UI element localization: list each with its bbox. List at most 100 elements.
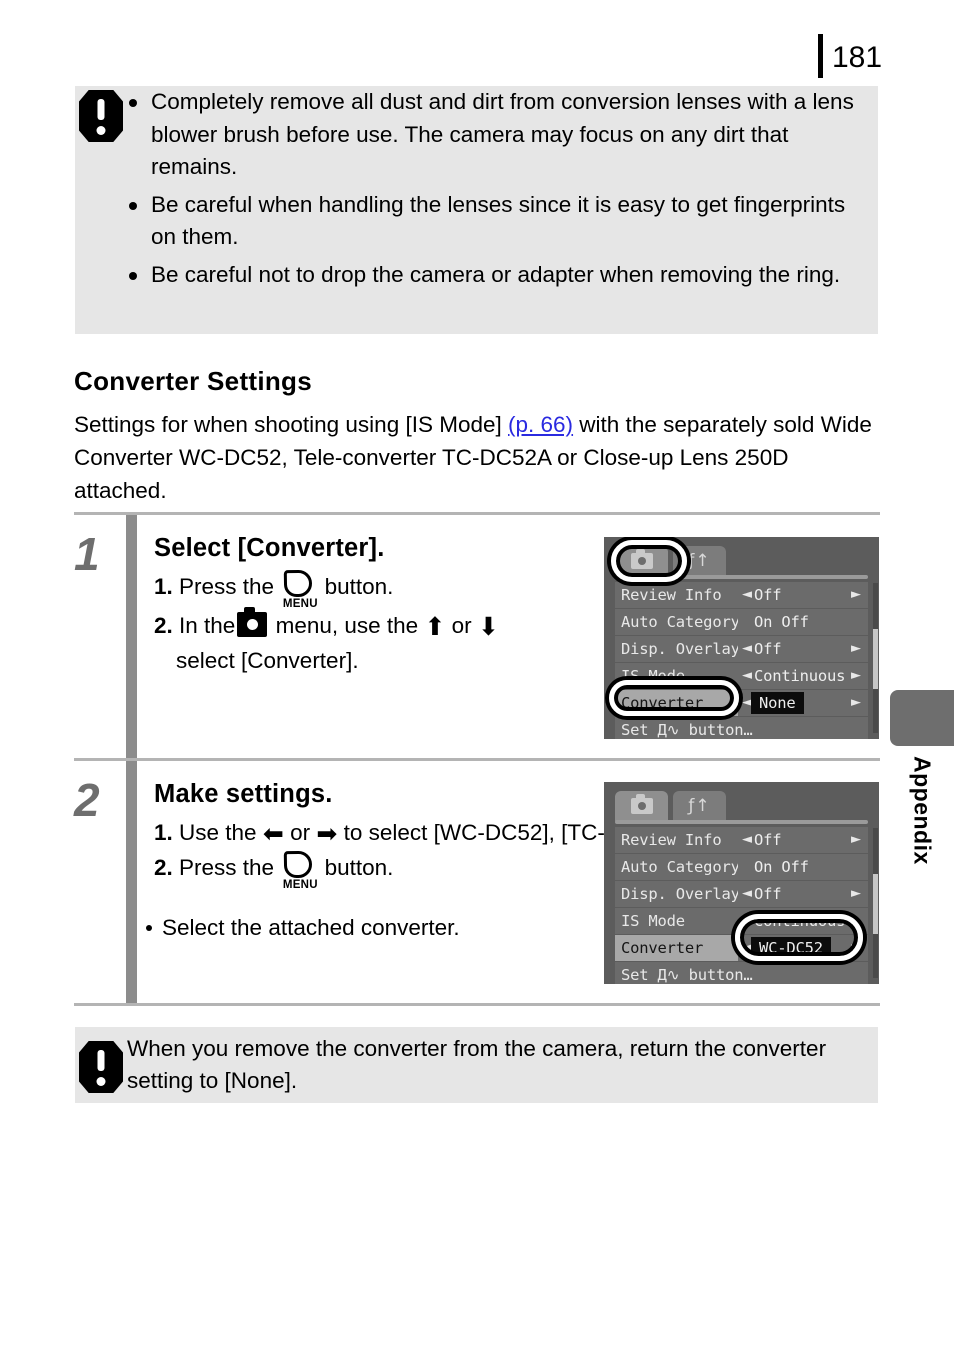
step-1-number-column: 1: [74, 515, 126, 758]
lcd1-menu-rows: Review Info ◄ Off ► Auto Category On Off…: [615, 582, 868, 739]
row-value: Off: [754, 639, 782, 658]
camera-menu-tab-icon: [237, 607, 268, 637]
substep-text: Press the: [179, 574, 275, 599]
row-label: Disp. Overlay: [621, 884, 740, 903]
row-label: Review Info: [621, 585, 722, 604]
row-label: IS Mode: [621, 911, 685, 930]
lcd1-row-set-button[interactable]: Set Д∿ button…: [615, 717, 868, 739]
lcd2-row-disp-overlay[interactable]: Disp. Overlay ◄ Off ►: [615, 881, 868, 907]
warning-text: When you remove the converter from the c…: [127, 1035, 827, 1094]
camera-icon: [630, 794, 653, 814]
caret-left-icon[interactable]: ◄: [742, 914, 752, 927]
step-number: 2: [74, 774, 100, 826]
lcd2-row-auto-category[interactable]: Auto Category On Off: [615, 854, 868, 880]
substep-text: In the: [179, 613, 236, 638]
list-item: Completely remove all dust and dirt from…: [127, 86, 862, 184]
lcd1-row-review-info[interactable]: Review Info ◄ Off ►: [615, 582, 868, 608]
substep-text: or: [290, 820, 311, 845]
lcd1-row-is-mode[interactable]: IS Mode ◄ Continuous ►: [615, 663, 868, 689]
row-label: Set Д∿ button…: [621, 720, 753, 739]
arrow-down-icon: ⬇: [477, 613, 499, 641]
lcd1-divider: [615, 575, 868, 579]
caret-right-icon[interactable]: ►: [851, 914, 861, 927]
lcd2-camera-tab[interactable]: [615, 791, 668, 821]
caret-left-icon[interactable]: ◄: [742, 588, 752, 601]
row-label: Converter: [621, 938, 704, 957]
row-label: Auto Category: [621, 857, 740, 876]
row-label: Set Д∿ button…: [621, 965, 753, 984]
caret-right-icon[interactable]: ►: [851, 669, 861, 682]
substep-number: 1.: [154, 820, 173, 845]
arrow-right-icon: ➡: [316, 820, 338, 848]
row-label: Converter: [621, 693, 704, 712]
page-number-rule: [818, 34, 823, 78]
step-2-number-column: 2: [74, 761, 126, 1003]
lcd2-row-set-button[interactable]: Set Д∿ button…: [615, 962, 868, 984]
lcd1-camera-tab[interactable]: [615, 546, 668, 576]
lcd2-row-is-mode[interactable]: IS Mode ◄ Continuous ►: [615, 908, 868, 934]
section-intro: Settings for when shooting using [IS Mod…: [74, 408, 874, 507]
row-value: Continuous: [754, 911, 846, 930]
appendix-side-tab-label-wrap: Appendix: [890, 756, 954, 956]
lcd2-row-converter[interactable]: Converter ◄ WC-DC52 ►: [615, 935, 868, 961]
caret-left-icon[interactable]: ◄: [742, 833, 752, 846]
warning-box-top: Completely remove all dust and dirt from…: [75, 86, 878, 334]
caret-right-icon[interactable]: ►: [851, 642, 861, 655]
lcd1-row-converter[interactable]: Converter ◄ None ►: [615, 690, 868, 716]
warning-box-bottom-body: When you remove the converter from the c…: [127, 1033, 878, 1098]
warning-box-top-body: Completely remove all dust and dirt from…: [127, 86, 878, 291]
lcd2-row-review-info[interactable]: Review Info ◄ Off ►: [615, 827, 868, 853]
arrow-left-icon: ⬅: [262, 820, 284, 848]
caret-left-icon[interactable]: ◄: [742, 642, 752, 655]
camera-icon: [630, 549, 653, 569]
substep-number: 2.: [154, 855, 173, 880]
lcd1-row-auto-category[interactable]: Auto Category On Off: [615, 609, 868, 635]
substep-text: menu, use the: [275, 613, 419, 638]
lcd1-scrollbar[interactable]: [873, 583, 878, 733]
caret-left-icon[interactable]: ◄: [742, 669, 752, 682]
row-value: On Off: [754, 612, 809, 631]
row-label: Disp. Overlay: [621, 639, 740, 658]
lcd-screenshot-step2: ƒ↑ Review Info ◄ Off ► Auto Category On …: [604, 782, 879, 984]
lcd1-scroll-thumb[interactable]: [873, 629, 878, 689]
caret-left-icon[interactable]: ◄: [742, 887, 752, 900]
caret-right-icon[interactable]: ►: [851, 833, 861, 846]
row-value: Off: [754, 585, 782, 604]
list-item: Be careful not to drop the camera or ada…: [127, 259, 862, 292]
lcd1-row-disp-overlay[interactable]: Disp. Overlay ◄ Off ►: [615, 636, 868, 662]
caret-right-icon[interactable]: ►: [851, 696, 861, 709]
section-title: Converter Settings: [74, 366, 313, 396]
arrow-up-icon: ⬆: [424, 613, 446, 641]
warning-list: Completely remove all dust and dirt from…: [127, 86, 862, 291]
page-reference-link[interactable]: (p. 66): [508, 412, 573, 437]
wrench-screwdriver-icon: ƒ↑: [688, 550, 711, 571]
row-value: On Off: [754, 857, 809, 876]
caret-right-icon[interactable]: ►: [851, 588, 861, 601]
appendix-side-tab[interactable]: [890, 690, 954, 746]
lcd2-tools-tab[interactable]: ƒ↑: [673, 791, 726, 821]
row-label: IS Mode: [621, 666, 685, 685]
caret-right-icon[interactable]: ►: [851, 941, 861, 954]
lcd2-tab-bar: ƒ↑: [615, 791, 726, 821]
row-value: None: [759, 693, 796, 712]
row-value: Off: [754, 884, 782, 903]
substep-text: or: [451, 613, 472, 638]
substep-text: Press the: [179, 855, 275, 880]
page-number: 181: [832, 41, 883, 74]
lcd1-converter-value-chip: None: [751, 691, 804, 714]
row-value: Off: [754, 830, 782, 849]
lcd2-scrollbar[interactable]: [873, 828, 878, 978]
row-label: Review Info: [621, 830, 722, 849]
row-value: WC-DC52: [759, 938, 823, 957]
substep-number: 2.: [154, 613, 173, 638]
warning-box-bottom: When you remove the converter from the c…: [75, 1027, 878, 1103]
caret-right-icon[interactable]: ►: [851, 887, 861, 900]
substep-text: button.: [324, 574, 394, 599]
list-item: Be careful when handling the lenses sinc…: [127, 189, 862, 254]
menu-button-icon: MENU: [282, 850, 318, 891]
manual-page: 181 Completely remove all dust and dirt …: [0, 0, 954, 1345]
lcd2-scroll-thumb[interactable]: [873, 874, 878, 934]
lcd1-tools-tab[interactable]: ƒ↑: [673, 546, 726, 576]
step-divider-bottom: [74, 1003, 880, 1006]
section-intro-part1: Settings for when shooting using [IS Mod…: [74, 412, 509, 437]
